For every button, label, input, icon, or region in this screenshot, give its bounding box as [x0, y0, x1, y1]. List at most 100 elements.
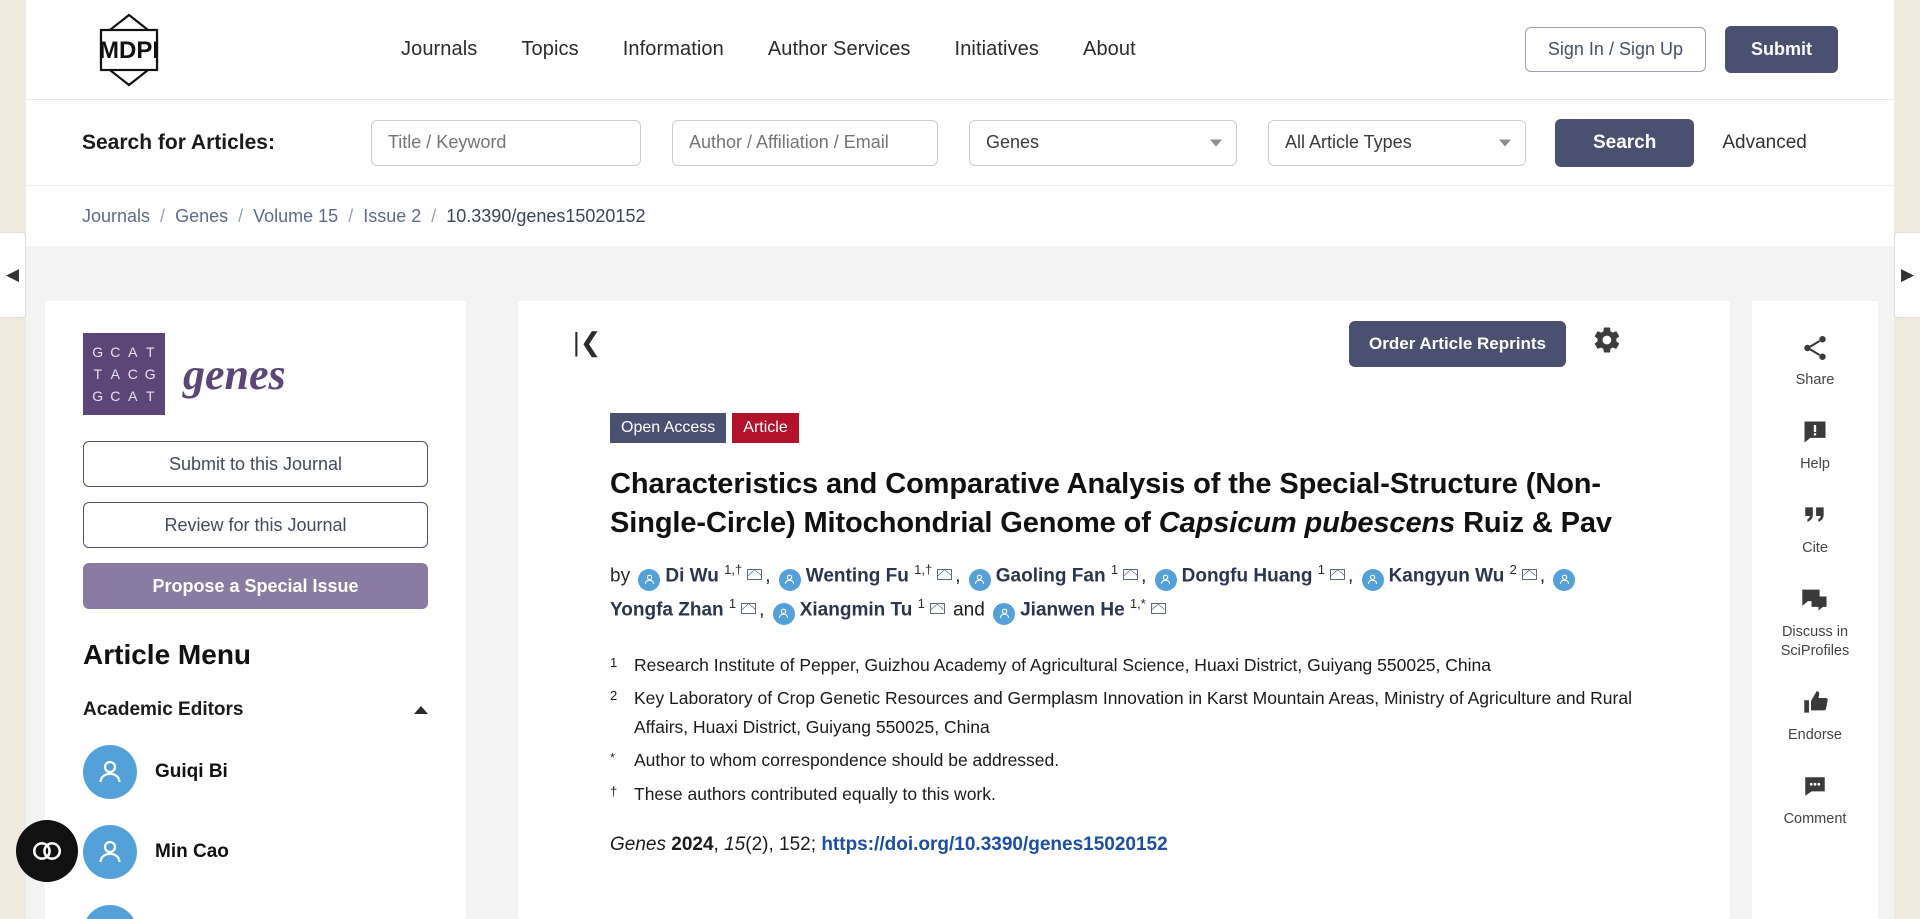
user-icon — [99, 840, 121, 863]
chevron-down-icon — [1498, 139, 1511, 146]
article-toolbar: |❮ Order Article Reprints — [573, 301, 1638, 387]
discuss-label: Discuss in SciProfiles — [1780, 624, 1850, 659]
breadcrumb-item-issue[interactable]: Issue 2 — [363, 206, 421, 227]
comment-button[interactable]: Comment — [1752, 770, 1878, 828]
list-item[interactable]: Min Cao — [83, 825, 428, 879]
breadcrumb-item-journals[interactable]: Journals — [82, 206, 150, 227]
academic-editors-section-toggle[interactable]: Academic Editors — [83, 699, 428, 721]
affiliation-mark: * — [610, 750, 616, 766]
author-avatar-icon — [1361, 568, 1384, 591]
author-name[interactable]: Wenting Fu — [806, 565, 909, 586]
nav-item-about[interactable]: About — [1083, 38, 1136, 61]
affiliations-list: 1 Research Institute of Pepper, Guizhou … — [610, 651, 1638, 808]
advanced-search-link[interactable]: Advanced — [1722, 132, 1807, 154]
previous-article-arrow[interactable]: ◀ — [0, 232, 26, 318]
list-item: 2 Key Laboratory of Crop Genetic Resourc… — [610, 684, 1638, 741]
search-label: Search for Articles: — [82, 130, 275, 154]
author-avatar-icon — [1154, 568, 1177, 591]
breadcrumb-separator: / — [238, 205, 244, 226]
comment-icon — [1801, 770, 1829, 804]
share-button[interactable]: Share — [1752, 331, 1878, 389]
nav-item-initiatives[interactable]: Initiatives — [955, 38, 1039, 61]
author-name[interactable]: Xiangmin Tu — [800, 599, 913, 620]
gcat-letter: A — [128, 388, 138, 404]
author-name[interactable]: Jianwen He — [1020, 599, 1125, 620]
gear-icon — [1594, 327, 1620, 353]
journal-logo[interactable]: G C A T T A C G G C A T genes — [83, 333, 428, 415]
list-item[interactable]: Guiqi Bi — [83, 745, 428, 799]
submit-button[interactable]: Submit — [1725, 26, 1838, 73]
review-for-journal-button[interactable]: Review for this Journal — [83, 502, 428, 548]
search-title-input[interactable] — [370, 119, 641, 166]
comment-label: Comment — [1783, 810, 1847, 827]
breadcrumb-item-volume[interactable]: Volume 15 — [253, 206, 338, 227]
order-article-reprints-button[interactable]: Order Article Reprints — [1349, 321, 1566, 367]
search-author-input[interactable] — [671, 119, 938, 166]
nav-item-author-services[interactable]: Author Services — [768, 38, 911, 61]
collapse-sidebar-icon[interactable]: |❮ — [573, 329, 602, 355]
site-header: MDPI Journals Topics Information Author … — [26, 0, 1894, 100]
endorse-button[interactable]: Endorse — [1752, 686, 1878, 744]
submit-to-journal-button[interactable]: Submit to this Journal — [83, 441, 428, 487]
by-label: by — [610, 565, 631, 587]
citation-article-number: 152 — [779, 833, 811, 855]
author-name[interactable]: Di Wu — [665, 565, 718, 586]
author-name[interactable]: Kangyun Wu — [1389, 565, 1505, 586]
article-type-select[interactable]: All Article Types — [1267, 119, 1526, 166]
article-main: |❮ Order Article Reprints Open Access Ar… — [518, 301, 1730, 919]
author-name[interactable]: Gaoling Fan — [996, 565, 1106, 586]
search-button[interactable]: Search — [1554, 118, 1695, 167]
avatar — [83, 745, 137, 799]
journal-select[interactable]: Genes — [968, 119, 1237, 166]
gcat-logo-icon: G C A T T A C G G C A T — [83, 333, 165, 415]
author-name[interactable]: Dongfu Huang — [1182, 565, 1313, 586]
accessibility-widget-button[interactable] — [16, 820, 78, 882]
list-item: † These authors contributed equally to t… — [610, 780, 1638, 808]
nav-item-journals[interactable]: Journals — [401, 38, 477, 61]
list-item: 1 Research Institute of Pepper, Guizhou … — [610, 651, 1638, 679]
email-icon[interactable] — [1330, 569, 1345, 581]
list-item[interactable] — [83, 905, 428, 919]
nav-item-information[interactable]: Information — [623, 38, 724, 61]
email-icon[interactable] — [1150, 603, 1166, 615]
doi-link[interactable]: https://doi.org/10.3390/genes15020152 — [821, 834, 1167, 855]
gcat-letter: T — [145, 388, 155, 404]
citation-journal: Genes — [610, 833, 666, 855]
email-icon[interactable] — [741, 603, 757, 615]
breadcrumb-separator: / — [431, 205, 437, 226]
email-icon[interactable] — [747, 569, 763, 581]
academic-editors-label: Academic Editors — [83, 699, 244, 720]
author-list: by Di Wu 1,†, Wenting Fu 1,†, Gaoling Fa… — [610, 559, 1638, 627]
gcat-letter: C — [110, 344, 121, 360]
mdpi-article-page: MDPI Journals Topics Information Author … — [0, 0, 1920, 919]
author-avatar-icon — [968, 568, 991, 591]
next-article-arrow[interactable]: ▶ — [1894, 232, 1920, 318]
settings-gear-icon[interactable] — [1592, 325, 1622, 360]
thumbs-up-icon — [1801, 686, 1830, 720]
breadcrumb-item-genes[interactable]: Genes — [175, 206, 228, 227]
discuss-sciprofiles-button[interactable]: Discuss in SciProfiles — [1752, 583, 1878, 659]
author-name[interactable]: Yongfa Zhan — [610, 599, 724, 620]
citation-issue: (2) — [745, 833, 769, 855]
search-bar: Search for Articles: Genes All Article T… — [26, 100, 1894, 186]
email-icon[interactable] — [1123, 569, 1139, 581]
author-separator: , — [765, 565, 771, 587]
breadcrumb-separator: / — [348, 205, 354, 226]
and-label: and — [953, 599, 985, 621]
author-avatar-icon — [1553, 568, 1576, 591]
mdpi-logo[interactable]: MDPI — [79, 13, 179, 87]
email-icon[interactable] — [929, 603, 945, 615]
citation-volume: 15 — [724, 833, 746, 855]
email-icon[interactable] — [937, 569, 953, 581]
mdpi-logo-icon: MDPI — [99, 13, 159, 86]
endorse-label: Endorse — [1787, 726, 1842, 743]
avatar — [83, 825, 137, 879]
propose-special-issue-button[interactable]: Propose a Special Issue — [83, 563, 428, 609]
sign-in-button[interactable]: Sign In / Sign Up — [1524, 27, 1706, 72]
help-button[interactable]: Help — [1752, 415, 1878, 473]
gcat-letter: G — [92, 344, 104, 360]
cite-button[interactable]: Cite — [1752, 499, 1878, 557]
email-icon[interactable] — [1521, 569, 1537, 581]
breadcrumb-item-doi: 10.3390/genes15020152 — [446, 205, 646, 226]
nav-item-topics[interactable]: Topics — [521, 38, 578, 61]
